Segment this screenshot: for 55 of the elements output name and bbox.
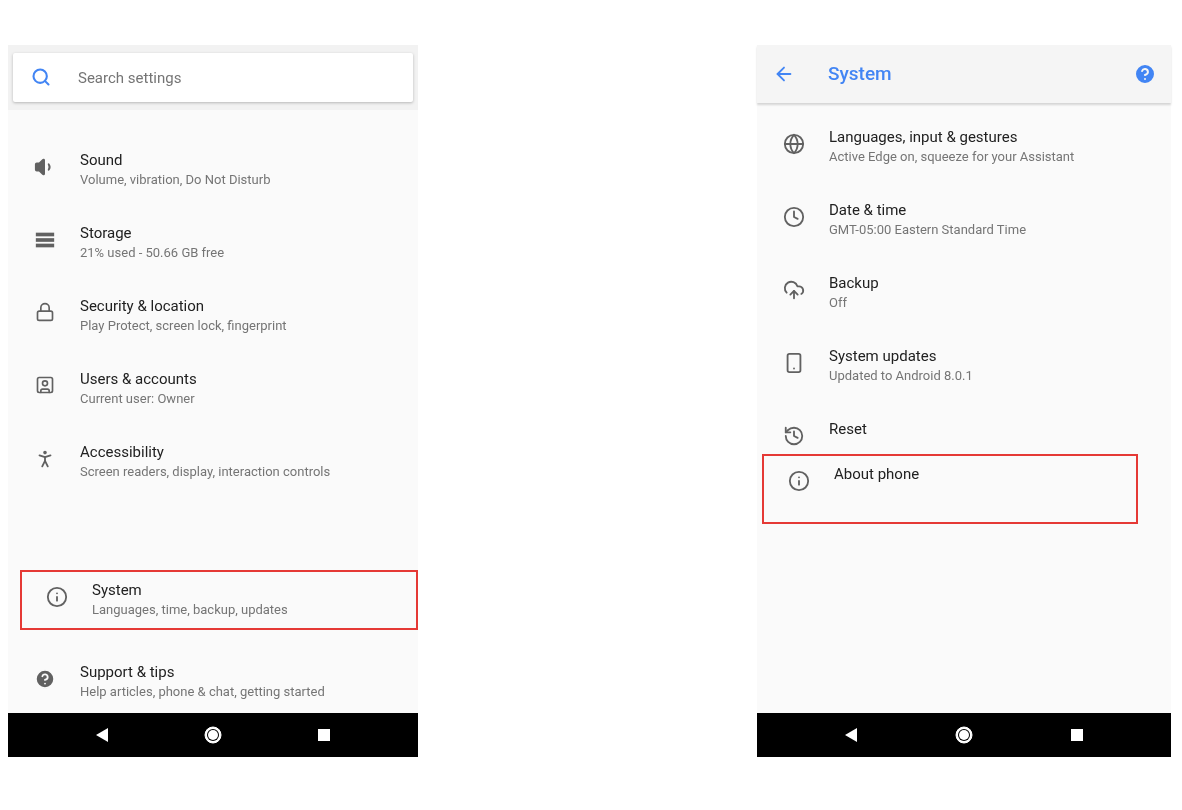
settings-row[interactable]: Date & time GMT-05:00 Eastern Standard Time	[757, 178, 1171, 251]
settings-row[interactable]: Languages, input & gestures Active Edge on, squeeze for your Assistant	[757, 105, 1171, 178]
help-icon	[34, 668, 56, 690]
row-subtitle: Current user: Owner	[80, 390, 196, 408]
search-icon	[31, 67, 51, 87]
recents-icon[interactable]	[1070, 729, 1083, 741]
settings-row[interactable]: Storage 21% used - 50.66 GB free	[8, 201, 418, 274]
settings-row[interactable]: Support & tips Help articles, phone & chat, getting started	[8, 640, 418, 713]
row-subtitle: Play Protect, screen lock, fingerprint	[80, 317, 287, 335]
row-subtitle: Help articles, phone & chat, getting started	[80, 683, 325, 701]
row-subtitle: Active Edge on, squeeze for your Assistant	[829, 148, 1075, 166]
settings-row[interactable]: Sound Volume, vibration, Do Not Disturb	[8, 128, 418, 201]
settings-row[interactable]: About phone	[762, 454, 1138, 524]
cloud-upload-icon	[783, 279, 805, 301]
row-subtitle: Updated to Android 8.0.1	[829, 367, 973, 385]
lock-icon	[35, 302, 55, 322]
row-title: Languages, input & gestures	[829, 127, 1019, 147]
row-title: Backup	[829, 273, 879, 293]
history-icon	[783, 425, 805, 447]
info-icon	[788, 470, 810, 492]
settings-row[interactable]: Accessibility Screen readers, display, interaction controls	[8, 420, 418, 493]
row-title: Accessibility	[80, 442, 165, 462]
settings-row[interactable]: Security & location Play Protect, screen lock, fingerprint	[8, 274, 418, 347]
user-card-icon	[35, 375, 55, 395]
row-title: Support & tips	[80, 662, 176, 682]
search-field[interactable]: Search settings	[13, 53, 413, 102]
row-title: About phone	[834, 464, 920, 484]
row-subtitle: Screen readers, display, interaction controls	[80, 463, 331, 481]
screen-title: System	[828, 60, 893, 87]
settings-row[interactable]: System Languages, time, backup, updates	[20, 570, 418, 630]
home-icon[interactable]	[954, 725, 974, 745]
row-title: Sound	[80, 150, 124, 170]
help-icon[interactable]	[1133, 62, 1157, 86]
row-title: Date & time	[829, 200, 908, 220]
recents-icon[interactable]	[318, 729, 331, 741]
row-subtitle: Off	[829, 294, 848, 312]
row-title: Reset	[829, 419, 867, 439]
row-title: Security & location	[80, 296, 206, 316]
info-icon	[46, 586, 68, 608]
row-subtitle: Volume, vibration, Do Not Disturb	[80, 171, 271, 189]
clock-icon	[783, 206, 805, 228]
row-title: System updates	[829, 346, 938, 366]
home-icon[interactable]	[203, 725, 223, 745]
back-icon[interactable]	[95, 728, 108, 742]
settings-row[interactable]: System updates Updated to Android 8.0.1	[757, 324, 1171, 397]
row-title: System	[92, 580, 143, 600]
settings-row[interactable]: Backup Off	[757, 251, 1171, 324]
globe-icon	[783, 133, 805, 155]
row-title: Storage	[80, 223, 133, 243]
row-subtitle: Languages, time, backup, updates	[92, 601, 288, 619]
row-subtitle: GMT-05:00 Eastern Standard Time	[829, 221, 1027, 239]
settings-row[interactable]: Users & accounts Current user: Owner	[8, 347, 418, 420]
row-subtitle: 21% used - 50.66 GB free	[80, 244, 225, 262]
row-title: Users & accounts	[80, 369, 197, 389]
back-icon[interactable]	[845, 728, 858, 742]
